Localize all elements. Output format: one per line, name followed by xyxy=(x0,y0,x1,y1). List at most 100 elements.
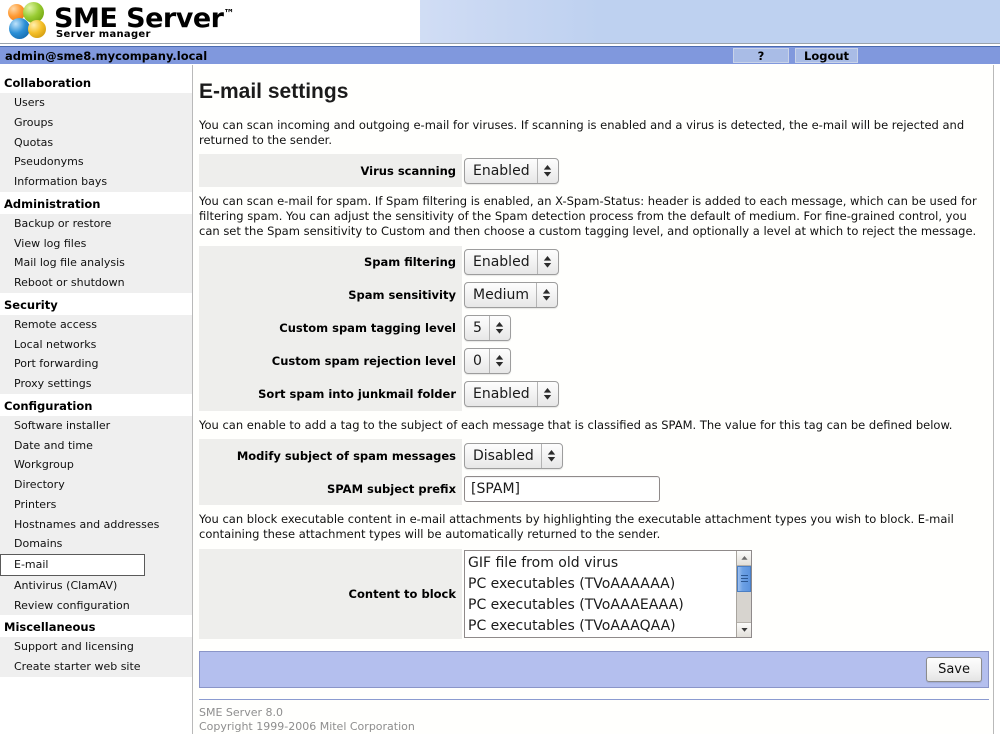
sidebar-item-antivirus-clamav[interactable]: Antivirus (ClamAV) xyxy=(0,576,192,596)
custom-tagging-cell: 5 xyxy=(462,311,989,345)
modify-subject-select[interactable]: Disabled xyxy=(464,442,563,469)
spam-subject-prefix-input[interactable] xyxy=(464,475,660,502)
chevron-updown-icon xyxy=(488,316,510,341)
sidebar-item-reboot-or-shutdown[interactable]: Reboot or shutdown xyxy=(0,273,192,293)
sidebar-item-users[interactable]: Users xyxy=(0,93,192,113)
sidebar-nav: Collaboration Users Groups Quotas Pseudonyms… xyxy=(0,65,193,734)
custom-tagging-value: 5 xyxy=(473,320,482,337)
sidebar-item-software-installer[interactable]: Software installer xyxy=(0,416,192,436)
spam-filtering-select[interactable]: Enabled xyxy=(464,249,559,276)
sidebar-group-items: Remote access Local networks Port forwardi… xyxy=(0,314,192,394)
page-footer: SME Server 8.0 Copyright 1999-2006 Mitel… xyxy=(199,706,983,734)
admin-bar-buttons: ? Logout xyxy=(733,48,859,63)
sidebar-item-date-and-time[interactable]: Date and time xyxy=(0,436,192,456)
sort-junkmail-value: Enabled xyxy=(473,386,530,403)
sidebar-item-proxy-settings[interactable]: Proxy settings xyxy=(0,374,192,394)
sidebar-heading: Miscellaneous xyxy=(4,620,96,635)
spam-filtering-cell: Enabled xyxy=(462,245,989,279)
sidebar-item-port-forwarding[interactable]: Port forwarding xyxy=(0,354,192,374)
list-item[interactable]: PC executables (TVoAAAQAA) xyxy=(468,616,736,637)
content-to-block-cell: GIF file from old virus PC executables (T… xyxy=(462,548,989,639)
footer-version: SME Server 8.0 xyxy=(199,705,283,719)
sidebar-group: Administration Backup or restore View log … xyxy=(0,194,192,293)
main-content: E-mail settings You can scan incoming an… xyxy=(193,65,994,734)
sidebar-group-items: Software installer Date and time Workgroup… xyxy=(0,415,192,616)
sort-junkmail-cell: Enabled xyxy=(462,377,989,411)
sidebar-group: Configuration Software installer Date and … xyxy=(0,396,192,616)
listbox-scrollbar[interactable] xyxy=(736,550,751,637)
logged-in-user: admin@sme8.mycompany.local xyxy=(5,48,208,63)
sidebar-group-items: Backup or restore View log files Mail log … xyxy=(0,213,192,293)
chevron-updown-icon xyxy=(536,158,558,183)
sidebar-item-domains[interactable]: Domains xyxy=(0,534,192,554)
content-block-description: You can block executable content in e-ma… xyxy=(199,512,954,542)
custom-spam-tagging-level-select[interactable]: 5 xyxy=(464,315,511,342)
list-item[interactable]: GIF file from old virus xyxy=(468,553,736,574)
sidebar-item-directory[interactable]: Directory xyxy=(0,475,192,495)
help-button[interactable]: ? xyxy=(733,48,789,63)
virus-settings-table: Virus scanning Enabled xyxy=(199,154,989,188)
list-item[interactable]: PC executables (TVoAAAAAA) xyxy=(468,574,736,595)
scroll-up-icon[interactable] xyxy=(737,550,751,566)
sidebar-item-hostnames-and-addresses[interactable]: Hostnames and addresses xyxy=(0,515,192,535)
table-row: SPAM subject prefix xyxy=(199,472,989,506)
custom-rejection-value: 0 xyxy=(473,353,482,370)
list-item[interactable]: PC executables (TVoAAAEAAA) xyxy=(468,595,736,616)
sidebar-item-printers[interactable]: Printers xyxy=(0,495,192,515)
brand-logo: SME Server™ Server manager xyxy=(0,0,420,43)
sidebar-item-e-mail[interactable]: E-mail xyxy=(0,554,145,576)
chevron-updown-icon xyxy=(536,382,558,407)
custom-spam-rejection-level-select[interactable]: 0 xyxy=(464,348,511,375)
logout-button[interactable]: Logout xyxy=(795,48,859,63)
virus-scanning-description: You can scan incoming and outgoing e-mai… xyxy=(199,118,965,147)
spam-sensitivity-select[interactable]: Medium xyxy=(464,282,558,309)
sidebar-item-create-starter-web-site[interactable]: Create starter web site xyxy=(0,657,192,677)
sidebar-heading: Configuration xyxy=(4,398,93,413)
chevron-updown-icon xyxy=(535,283,557,308)
sidebar-item-workgroup[interactable]: Workgroup xyxy=(0,455,192,475)
scrollbar-thumb[interactable] xyxy=(737,565,751,592)
content-to-block-listbox[interactable]: GIF file from old virus PC executables (T… xyxy=(464,549,752,638)
spam-sensitivity-label: Spam sensitivity xyxy=(199,278,462,312)
sidebar-item-quotas[interactable]: Quotas xyxy=(0,133,192,153)
sidebar-item-support-and-licensing[interactable]: Support and licensing xyxy=(0,637,192,657)
virus-scanning-select[interactable]: Enabled xyxy=(464,157,559,184)
spam-filtering-value: Enabled xyxy=(473,254,530,271)
footer-copyright-mitel: Copyright 1999-2006 Mitel Corporation xyxy=(199,719,415,733)
trademark-symbol: ™ xyxy=(223,6,234,20)
sidebar-item-remote-access[interactable]: Remote access xyxy=(0,315,192,335)
sidebar-item-information-bays[interactable]: Information bays xyxy=(0,172,192,192)
chevron-updown-icon xyxy=(488,349,510,374)
save-button[interactable]: Save xyxy=(926,656,982,682)
table-row: Spam filtering Enabled xyxy=(199,245,989,279)
sidebar-item-backup-or-restore[interactable]: Backup or restore xyxy=(0,214,192,234)
content-to-block-options: GIF file from old virus PC executables (T… xyxy=(465,551,736,637)
subject-prefix-label: SPAM subject prefix xyxy=(199,472,462,506)
table-row: Sort spam into junkmail folder Enabled xyxy=(199,377,989,411)
virus-scanning-value: Enabled xyxy=(473,162,530,179)
page-body: Collaboration Users Groups Quotas Pseudonyms… xyxy=(0,65,1000,734)
sidebar-item-local-networks[interactable]: Local networks xyxy=(0,335,192,355)
sidebar-item-review-configuration[interactable]: Review configuration xyxy=(0,596,192,616)
save-bar: Save xyxy=(199,650,989,688)
virus-scanning-cell: Enabled xyxy=(462,154,989,188)
sidebar-item-mail-log-file-analysis[interactable]: Mail log file analysis xyxy=(0,253,192,273)
modify-subject-label: Modify subject of spam messages xyxy=(199,439,462,473)
chevron-updown-icon xyxy=(536,250,558,275)
table-row: Spam sensitivity Medium xyxy=(199,278,989,312)
admin-bar: admin@sme8.mycompany.local ? Logout xyxy=(0,47,1000,65)
sidebar-item-pseudonyms[interactable]: Pseudonyms xyxy=(0,152,192,172)
spam-sensitivity-cell: Medium xyxy=(462,278,989,312)
scroll-down-icon[interactable] xyxy=(737,621,751,637)
sphere-gold-icon xyxy=(28,20,46,38)
modify-subject-value: Disabled xyxy=(473,447,534,464)
sidebar-item-groups[interactable]: Groups xyxy=(0,113,192,133)
subject-settings-table: Modify subject of spam messages Disabled… xyxy=(199,439,989,506)
sidebar-heading: Administration xyxy=(4,196,101,211)
sidebar-item-view-log-files[interactable]: View log files xyxy=(0,234,192,254)
sidebar-heading: Collaboration xyxy=(4,76,92,90)
scrollbar-track[interactable] xyxy=(737,565,751,622)
sort-spam-junkmail-select[interactable]: Enabled xyxy=(464,381,559,408)
right-gutter xyxy=(994,65,1000,734)
table-row: Custom spam rejection level 0 xyxy=(199,344,989,378)
